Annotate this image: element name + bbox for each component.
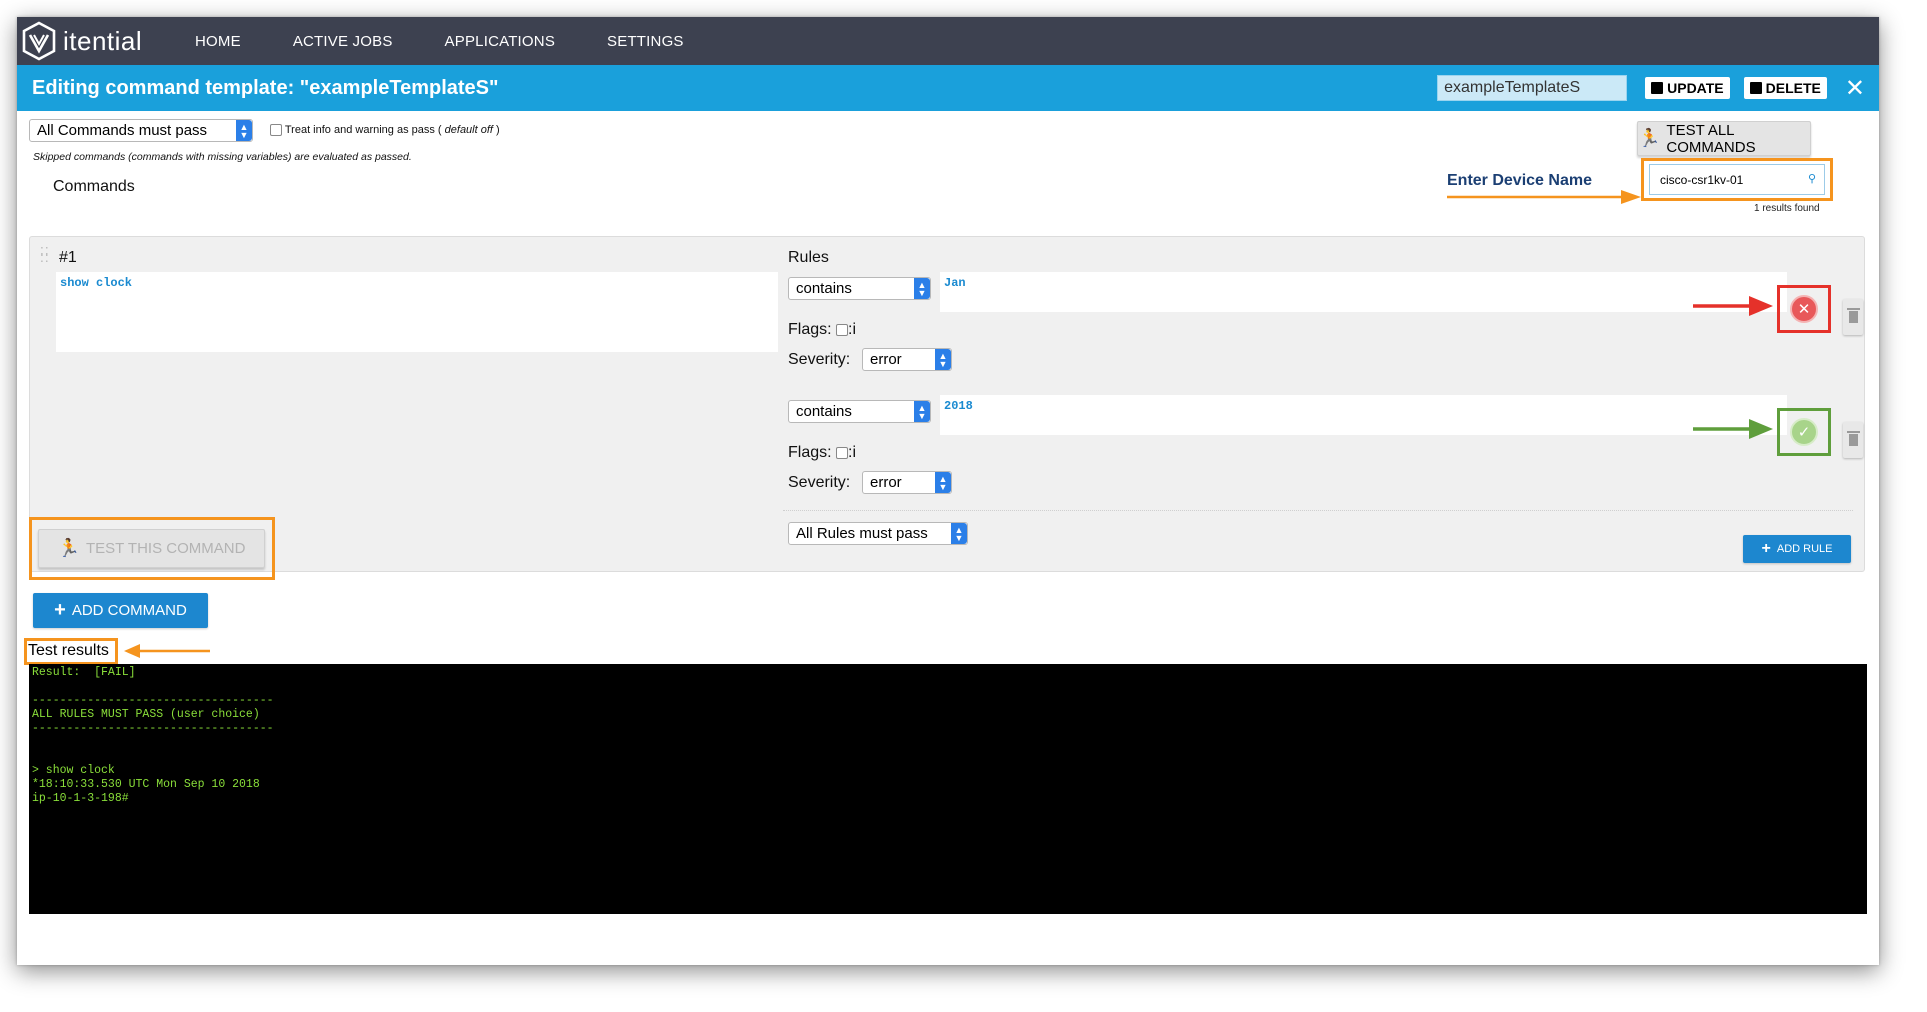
command-number: #1 — [59, 249, 77, 266]
rules-mode-select[interactable]: All Rules must pass ▲ ▼ — [788, 522, 968, 545]
close-icon[interactable]: ✕ — [1845, 74, 1865, 103]
pass-mode-value: All Commands must pass — [37, 122, 208, 139]
select-arrows-icon: ▲ ▼ — [951, 523, 967, 544]
results-count: 1 results found — [1754, 203, 1820, 214]
trash-icon — [1846, 308, 1860, 323]
rule-1-severity-label: Severity: — [788, 351, 851, 368]
update-label: UPDATE — [1667, 80, 1724, 96]
arrow-to-fail-icon — [1693, 296, 1773, 316]
device-search-input[interactable]: cisco-csr1kv-01 ⚲ — [1649, 164, 1825, 195]
rules-mode-value: All Rules must pass — [796, 525, 928, 542]
test-all-commands-button[interactable]: 🏃 TEST ALL COMMANDS — [1637, 121, 1811, 156]
nav-active-jobs[interactable]: ACTIVE JOBS — [293, 33, 393, 50]
rule-2-severity-label: Severity: — [788, 474, 851, 491]
rule-2-flag-i-checkbox[interactable] — [836, 446, 849, 459]
logo-text: itential — [63, 25, 143, 56]
treat-info-label-suffix: ) — [496, 124, 500, 136]
rule-1-value-input[interactable]: Jan — [940, 272, 1787, 312]
results-heading: Test results — [28, 642, 109, 659]
treat-info-option: Treat info and warning as pass ( default… — [270, 124, 500, 137]
nav-home[interactable]: HOME — [195, 33, 241, 50]
pass-mode-select[interactable]: All Commands must pass ▲ ▼ — [29, 119, 253, 142]
select-arrows-icon: ▲ ▼ — [236, 120, 252, 141]
rule-1-fail-icon: ✕ — [1790, 295, 1818, 323]
rules-heading: Rules — [788, 249, 829, 266]
rule-1-operator: contains — [796, 280, 852, 297]
rule-2-operator-select[interactable]: contains ▲ ▼ — [788, 400, 931, 423]
add-rule-button[interactable]: + ADD RULE — [1743, 535, 1851, 563]
rule-1-flags: Flags: :i — [788, 321, 856, 339]
arrow-to-device-icon — [1447, 190, 1641, 204]
rule-2-flag-i-label: :i — [848, 444, 857, 461]
add-rule-label: ADD RULE — [1776, 543, 1833, 555]
select-arrows-icon: ▲ ▼ — [914, 278, 930, 299]
rule-1-severity: error — [870, 351, 902, 368]
rule-2-severity: error — [870, 474, 902, 491]
rules-divider — [783, 510, 1853, 511]
select-arrows-icon: ▲ ▼ — [935, 349, 951, 370]
drag-handle-icon[interactable]: ⁚⁚ ⁚⁚ — [40, 246, 50, 264]
add-command-label: ADD COMMAND — [71, 602, 187, 619]
top-nav: itential HOME ACTIVE JOBS APPLICATIONS S… — [17, 17, 1879, 65]
runner-icon: 🏃 — [57, 538, 80, 558]
trash-icon — [1749, 82, 1762, 94]
treat-info-default: default off — [441, 124, 497, 136]
save-icon — [1651, 82, 1664, 94]
treat-info-checkbox[interactable] — [270, 124, 282, 137]
nav-settings[interactable]: SETTINGS — [607, 33, 684, 50]
runner-icon: 🏃 — [1638, 128, 1661, 148]
treat-info-label-prefix: Treat info and warning as pass ( — [284, 124, 442, 136]
search-icon: ⚲ — [1807, 173, 1816, 185]
skipped-note: Skipped commands (commands with missing … — [33, 151, 412, 163]
template-name-input[interactable] — [1437, 75, 1628, 101]
select-arrows-icon: ▲ ▼ — [914, 401, 930, 422]
page-title: Editing command template: "exampleTempla… — [32, 76, 499, 99]
arrow-to-results-icon — [124, 644, 210, 658]
plus-icon: + — [54, 599, 66, 621]
editor-titlebar: Editing command template: "exampleTempla… — [17, 65, 1879, 111]
rule-2-value-input[interactable]: 2018 — [940, 395, 1787, 435]
rule-1-flags-label: Flags: — [788, 321, 832, 338]
rule-1-flag-i-label: :i — [848, 321, 857, 338]
rule-2-flags: Flags: :i — [788, 444, 856, 462]
results-terminal: Result: [FAIL] -------------------------… — [29, 664, 1867, 914]
rule-1-flag-i-checkbox[interactable] — [836, 323, 849, 336]
test-all-label: TEST ALL COMMANDS — [1666, 121, 1756, 156]
rule-2-operator: contains — [796, 403, 852, 420]
test-this-command-button[interactable]: 🏃 TEST THIS COMMAND — [38, 529, 265, 568]
update-button[interactable]: UPDATE — [1645, 77, 1730, 99]
rule-1-operator-select[interactable]: contains ▲ ▼ — [788, 277, 931, 300]
nav-applications[interactable]: APPLICATIONS — [445, 33, 555, 50]
rule-2-delete-button[interactable] — [1843, 422, 1863, 458]
trash-icon — [1846, 431, 1860, 446]
command-editor[interactable]: show clock — [56, 272, 778, 352]
rule-2-severity-select[interactable]: error ▲ ▼ — [862, 471, 952, 494]
commands-heading: Commands — [53, 178, 135, 195]
app-window: itential HOME ACTIVE JOBS APPLICATIONS S… — [17, 17, 1879, 965]
arrow-to-pass-icon — [1693, 419, 1773, 439]
logo[interactable]: itential — [21, 21, 195, 61]
device-value: cisco-csr1kv-01 — [1660, 172, 1744, 187]
rule-2-pass-icon: ✓ — [1790, 418, 1818, 446]
add-command-button[interactable]: + ADD COMMAND — [33, 593, 208, 628]
rule-1-delete-button[interactable] — [1843, 299, 1863, 335]
test-command-label: TEST THIS COMMAND — [85, 540, 246, 557]
delete-button[interactable]: DELETE — [1743, 77, 1827, 99]
rule-1-severity-select[interactable]: error ▲ ▼ — [862, 348, 952, 371]
plus-icon: + — [1761, 540, 1771, 557]
rule-2-flags-label: Flags: — [788, 444, 832, 461]
select-arrows-icon: ▲ ▼ — [935, 472, 951, 493]
delete-label: DELETE — [1765, 80, 1821, 96]
itential-logo-icon — [22, 21, 56, 61]
